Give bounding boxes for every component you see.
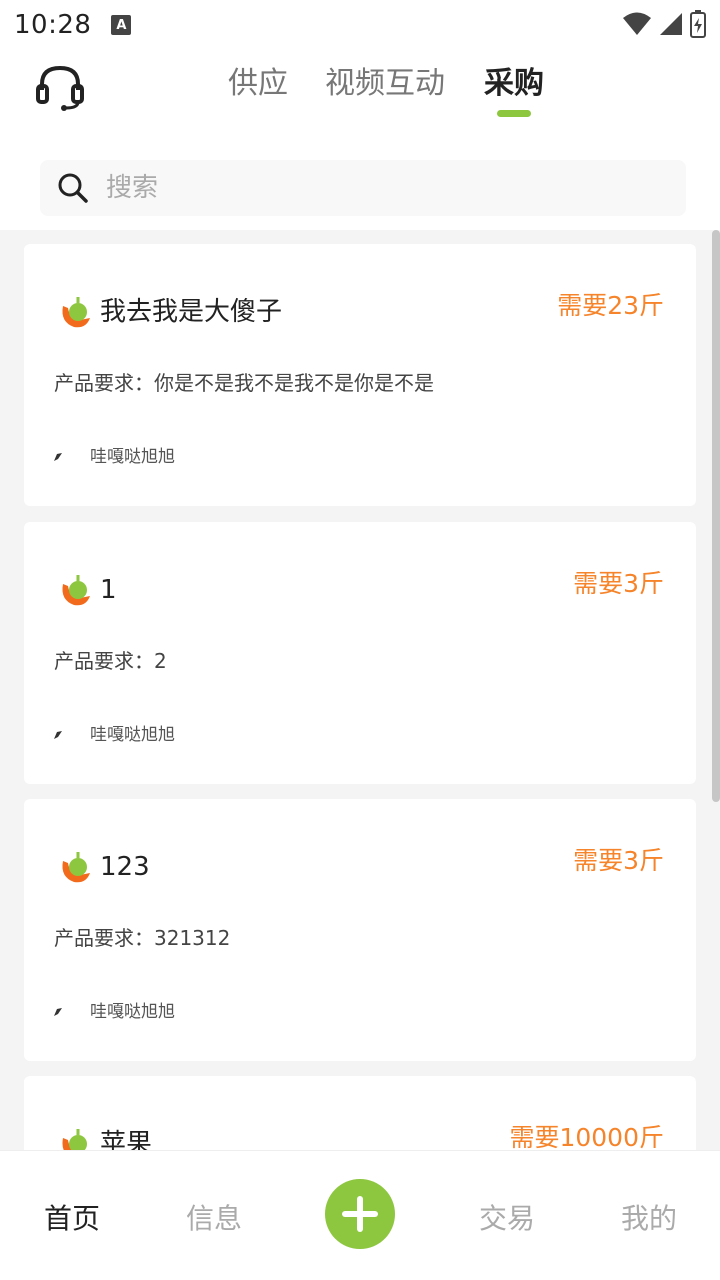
search-bar <box>0 140 720 230</box>
tab-purchase[interactable]: 采购 <box>484 64 544 104</box>
status-bar: 10:28 A <box>0 0 720 50</box>
purchase-title: 1 <box>100 575 117 605</box>
purchase-list: 我去我是大傻子 需要23斤 产品要求：你是不是我不是我不是你是不是 哇嘎哒旭旭 … <box>0 230 720 1150</box>
fruit-logo-icon <box>62 852 90 883</box>
publisher: 哇嘎哒旭旭 <box>54 442 175 472</box>
status-icons <box>622 10 706 38</box>
publisher: 哇嘎哒旭旭 <box>54 997 175 1027</box>
nav-trade[interactable]: 交易 <box>479 1199 535 1239</box>
product-requirement: 产品要求：2 <box>54 649 167 673</box>
search-icon <box>58 173 88 203</box>
purchase-quantity: 需要3斤 <box>573 569 664 598</box>
nav-mine[interactable]: 我的 <box>621 1199 677 1239</box>
publisher-name: 哇嘎哒旭旭 <box>90 725 175 745</box>
wifi-icon <box>623 12 651 35</box>
active-tab-indicator <box>497 110 531 117</box>
product-requirement: 产品要求：321312 <box>54 926 231 950</box>
avatar-icon <box>54 731 62 739</box>
home-indicator <box>0 1266 720 1280</box>
top-header: 供应 视频互动 采购 <box>0 50 720 140</box>
search-input[interactable] <box>106 173 626 203</box>
avatar-icon <box>54 1008 62 1016</box>
purchase-card[interactable]: 苹果 需要10000斤 <box>24 1076 696 1150</box>
nav-home[interactable]: 首页 <box>44 1199 100 1239</box>
publisher-name: 哇嘎哒旭旭 <box>90 447 175 467</box>
fruit-logo-icon <box>62 297 90 328</box>
fruit-logo-icon <box>62 575 90 606</box>
fruit-logo-icon <box>62 1129 90 1150</box>
purchase-quantity: 需要10000斤 <box>509 1123 664 1150</box>
product-requirement: 产品要求：你是不是我不是我不是你是不是 <box>54 371 434 395</box>
plus-icon <box>342 1196 378 1232</box>
add-button[interactable] <box>325 1179 395 1249</box>
publisher: 哇嘎哒旭旭 <box>54 720 175 750</box>
tab-supply[interactable]: 供应 <box>228 64 288 104</box>
status-time: 10:28 <box>14 10 92 40</box>
battery-charging-icon <box>690 10 706 38</box>
nav-messages[interactable]: 信息 <box>186 1199 242 1239</box>
search-box[interactable] <box>40 160 686 216</box>
signal-icon <box>660 13 682 35</box>
purchase-title: 123 <box>100 852 150 882</box>
avatar-icon <box>54 453 62 461</box>
scrollbar[interactable] <box>712 230 720 802</box>
notification-a-icon: A <box>111 15 132 35</box>
purchase-card[interactable]: 我去我是大傻子 需要23斤 产品要求：你是不是我不是我不是你是不是 哇嘎哒旭旭 <box>24 244 696 506</box>
purchase-card[interactable]: 1 需要3斤 产品要求：2 哇嘎哒旭旭 <box>24 522 696 784</box>
purchase-title: 我去我是大傻子 <box>100 297 283 327</box>
purchase-quantity: 需要23斤 <box>557 291 664 320</box>
purchase-title: 苹果 <box>100 1129 153 1150</box>
purchase-card[interactable]: 123 需要3斤 产品要求：321312 哇嘎哒旭旭 <box>24 799 696 1061</box>
publisher-name: 哇嘎哒旭旭 <box>90 1002 175 1022</box>
tab-video-interaction[interactable]: 视频互动 <box>325 64 445 104</box>
bottom-nav: 首页 信息 交易 我的 <box>0 1150 720 1280</box>
app-screen: 10:28 A 供应 视频互动 采购 搜索 我去我是大傻子 需要23斤 产品要求… <box>0 0 720 1280</box>
purchase-quantity: 需要3斤 <box>573 846 664 875</box>
headset-icon[interactable] <box>34 62 86 112</box>
